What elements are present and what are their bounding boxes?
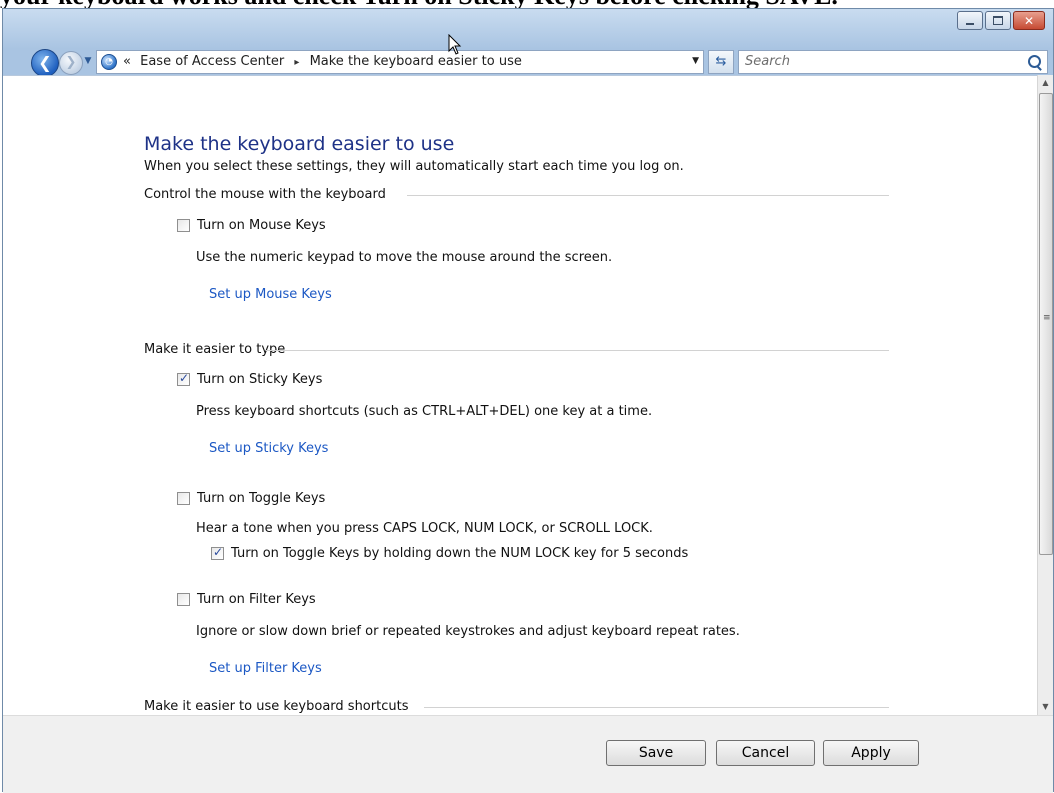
settings-content: Make the keyboard easier to use When you… <box>3 75 1037 716</box>
toggle-keys-checkbox[interactable] <box>177 492 190 505</box>
back-arrow-icon: ❮ <box>38 53 52 72</box>
recent-pages-dropdown[interactable]: ▼ <box>83 55 93 67</box>
minimize-icon <box>966 22 974 25</box>
page-title: Make the keyboard easier to use <box>144 133 455 155</box>
search-placeholder: Search <box>745 54 790 69</box>
breadcrumb-ease-of-access[interactable]: Ease of Access Center <box>135 54 284 69</box>
apply-button[interactable]: Apply <box>823 740 919 766</box>
filter-keys-checkbox[interactable] <box>177 593 190 606</box>
forward-button[interactable]: ❯ <box>59 51 83 75</box>
breadcrumb-current-page[interactable]: Make the keyboard easier to use <box>310 54 522 69</box>
back-button[interactable]: ❮ <box>31 49 59 77</box>
maximize-icon <box>993 16 1003 25</box>
setup-filter-keys-link[interactable]: Set up Filter Keys <box>209 660 322 678</box>
forward-arrow-icon: ❯ <box>65 55 77 70</box>
section-heading-shortcuts: Make it easier to use keyboard shortcuts <box>144 699 409 714</box>
control-panel-icon: ◔ <box>101 54 117 70</box>
page-subtitle: When you select these settings, they wil… <box>144 159 684 174</box>
toggle-keys-label[interactable]: Turn on Toggle Keys <box>197 490 325 508</box>
breadcrumb-overflow[interactable]: « <box>123 54 131 69</box>
mouse-keys-label[interactable]: Turn on Mouse Keys <box>197 217 326 235</box>
vertical-scrollbar[interactable]: ▲ ≡ ▼ <box>1037 75 1053 715</box>
section-divider <box>266 350 889 351</box>
address-bar[interactable]: ◔ « Ease of Access Center ▸ Make the key… <box>96 50 704 74</box>
mouse-keys-checkbox[interactable] <box>177 219 190 232</box>
section-heading-typing: Make it easier to type <box>144 342 286 357</box>
toggle-hold-label[interactable]: Turn on Toggle Keys by holding down the … <box>231 545 688 563</box>
title-bar: ✕ <box>3 9 1053 49</box>
mouse-keys-description: Use the numeric keypad to move the mouse… <box>196 250 613 265</box>
scroll-up-icon[interactable]: ▲ <box>1038 75 1053 91</box>
close-icon: ✕ <box>1023 13 1035 28</box>
search-input[interactable]: Search <box>738 50 1048 74</box>
setup-sticky-keys-link[interactable]: Set up Sticky Keys <box>209 440 328 458</box>
address-dropdown-icon[interactable]: ▼ <box>692 56 699 66</box>
filter-keys-description: Ignore or slow down brief or repeated ke… <box>196 624 740 639</box>
control-panel-window: ✕ ❮ ❯ ▼ ◔ « Ease of Access Center ▸ Make… <box>2 8 1054 793</box>
minimize-button[interactable] <box>957 11 983 30</box>
mouse-pointer-icon <box>448 34 462 55</box>
sticky-keys-label[interactable]: Turn on Sticky Keys <box>197 371 322 389</box>
maximize-button[interactable] <box>985 11 1011 30</box>
refresh-icon: ⇆ <box>715 54 727 69</box>
breadcrumb: « Ease of Access Center ▸ Make the keybo… <box>123 54 522 71</box>
sticky-keys-description: Press keyboard shortcuts (such as CTRL+A… <box>196 404 653 419</box>
button-bar: Save Cancel Apply <box>3 715 1053 793</box>
cancel-button[interactable]: Cancel <box>716 740 815 766</box>
sticky-keys-checkbox[interactable] <box>177 371 190 386</box>
close-button[interactable]: ✕ <box>1013 11 1045 30</box>
toggle-hold-checkbox[interactable] <box>211 545 224 560</box>
toggle-keys-description: Hear a tone when you press CAPS LOCK, NU… <box>196 521 653 536</box>
refresh-button[interactable]: ⇆ <box>708 50 734 74</box>
filter-keys-label[interactable]: Turn on Filter Keys <box>197 591 316 609</box>
section-divider <box>407 195 889 196</box>
section-heading-mouse: Control the mouse with the keyboard <box>144 187 386 202</box>
search-icon[interactable] <box>1028 55 1041 68</box>
scroll-down-icon[interactable]: ▼ <box>1038 699 1053 715</box>
save-button[interactable]: Save <box>606 740 706 766</box>
scrollbar-thumb[interactable]: ≡ <box>1039 93 1053 555</box>
instruction-caption: your keyboard works and check Turn on St… <box>0 0 1054 8</box>
grip-icon: ≡ <box>1043 313 1051 323</box>
section-divider <box>424 707 889 708</box>
window-controls: ✕ <box>957 11 1045 30</box>
chevron-down-icon: ▼ <box>84 56 92 66</box>
breadcrumb-separator-icon[interactable]: ▸ <box>288 57 305 68</box>
setup-mouse-keys-link[interactable]: Set up Mouse Keys <box>209 286 332 304</box>
